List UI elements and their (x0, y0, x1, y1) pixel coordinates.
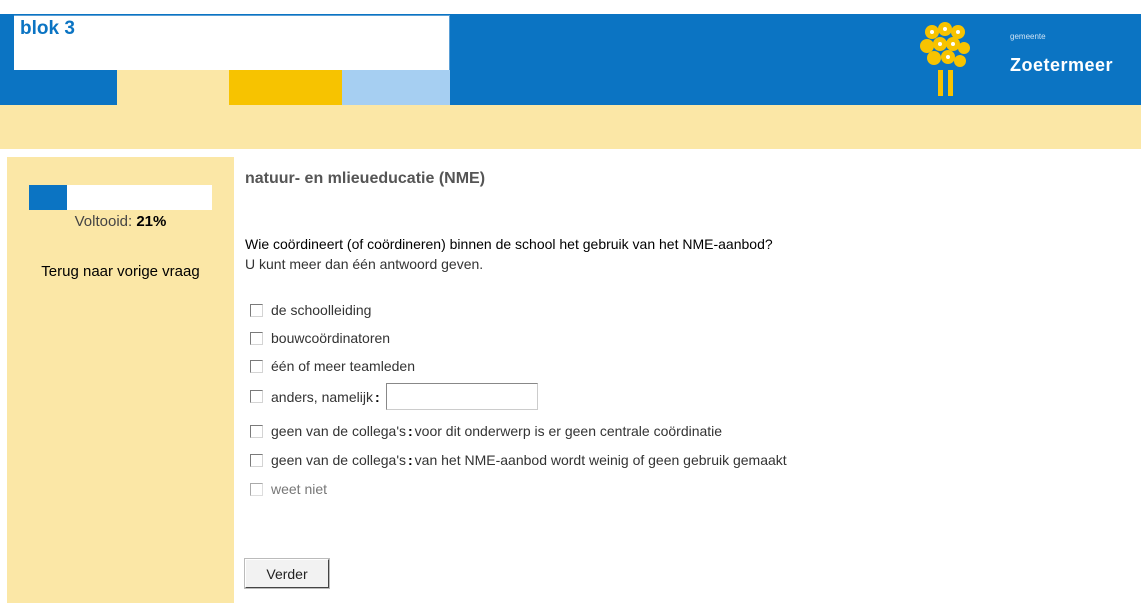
yellow-strip (0, 105, 1141, 149)
progress-bar (29, 185, 212, 210)
checkbox[interactable] (250, 390, 263, 403)
color-tab-blue (14, 70, 117, 105)
checkbox[interactable] (250, 482, 263, 496)
progress-bar-fill (29, 185, 68, 210)
option-weet-niet[interactable]: weet niet (250, 481, 327, 497)
option-label: weet niet (271, 481, 328, 497)
option-schoolleiding[interactable]: de schoolleiding (250, 302, 371, 318)
option-detail: van het NME-aanbod wordt weinig of geen … (414, 452, 787, 468)
option-label: bouwcoördinatoren (271, 330, 391, 346)
color-tab-yellow (229, 70, 342, 105)
option-label: geen van de collega's (271, 423, 406, 439)
option-label: één of meer teamleden (271, 358, 415, 374)
option-geen-gebruik[interactable]: geen van de collega's : van het NME-aanb… (250, 452, 787, 468)
question-hint: U kunt meer dan één antwoord geven. (245, 256, 484, 272)
blok-title: blok 3 (20, 18, 75, 39)
option-label: geen van de collega's (271, 452, 406, 468)
section-title: natuur- en mlieueducatie (NME) (245, 170, 486, 187)
option-bouwcoordinatoren[interactable]: bouwcoördinatoren (250, 330, 390, 346)
zoetermeer-flower-logo-icon (920, 22, 970, 96)
checkbox[interactable] (250, 303, 263, 317)
option-label: de schoolleiding (271, 302, 372, 318)
blok-box (14, 15, 450, 70)
option-label: anders, namelijk (271, 388, 373, 405)
option-separator: : (408, 452, 413, 468)
brand-name: Zoetermeer (1010, 55, 1114, 75)
sidebar: Voltooid: 21% Terug naar vorige vraag (7, 157, 234, 603)
progress-label: Voltooid: (74, 213, 133, 230)
option-separator: : (408, 423, 413, 439)
progress-value: 21% (136, 213, 167, 230)
checkbox[interactable] (250, 453, 263, 467)
next-button[interactable]: Verder (244, 558, 330, 589)
option-detail: voor dit onderwerp is er geen centrale c… (414, 423, 723, 439)
checkbox[interactable] (250, 424, 263, 438)
anders-input[interactable] (385, 383, 538, 410)
option-geen-centrale-coordinatie[interactable]: geen van de collega's : voor dit onderwe… (250, 423, 722, 439)
option-separator: : (374, 388, 380, 405)
color-tab-light-yellow (117, 70, 229, 105)
brand-small-label: gemeente (1010, 32, 1046, 41)
color-tab-light-blue (342, 70, 450, 105)
checkbox[interactable] (250, 331, 263, 345)
progress-text: Voltooid: 21% (29, 213, 212, 230)
back-link[interactable]: Terug naar vorige vraag (7, 263, 234, 280)
option-anders[interactable]: anders, namelijk : (250, 383, 538, 410)
question-text: Wie coördineert (of coördineren) binnen … (245, 236, 773, 252)
option-teamleden[interactable]: één of meer teamleden (250, 358, 415, 374)
header: blok 3 gemeente Zoetermeer (0, 0, 1141, 105)
checkbox[interactable] (250, 359, 263, 373)
